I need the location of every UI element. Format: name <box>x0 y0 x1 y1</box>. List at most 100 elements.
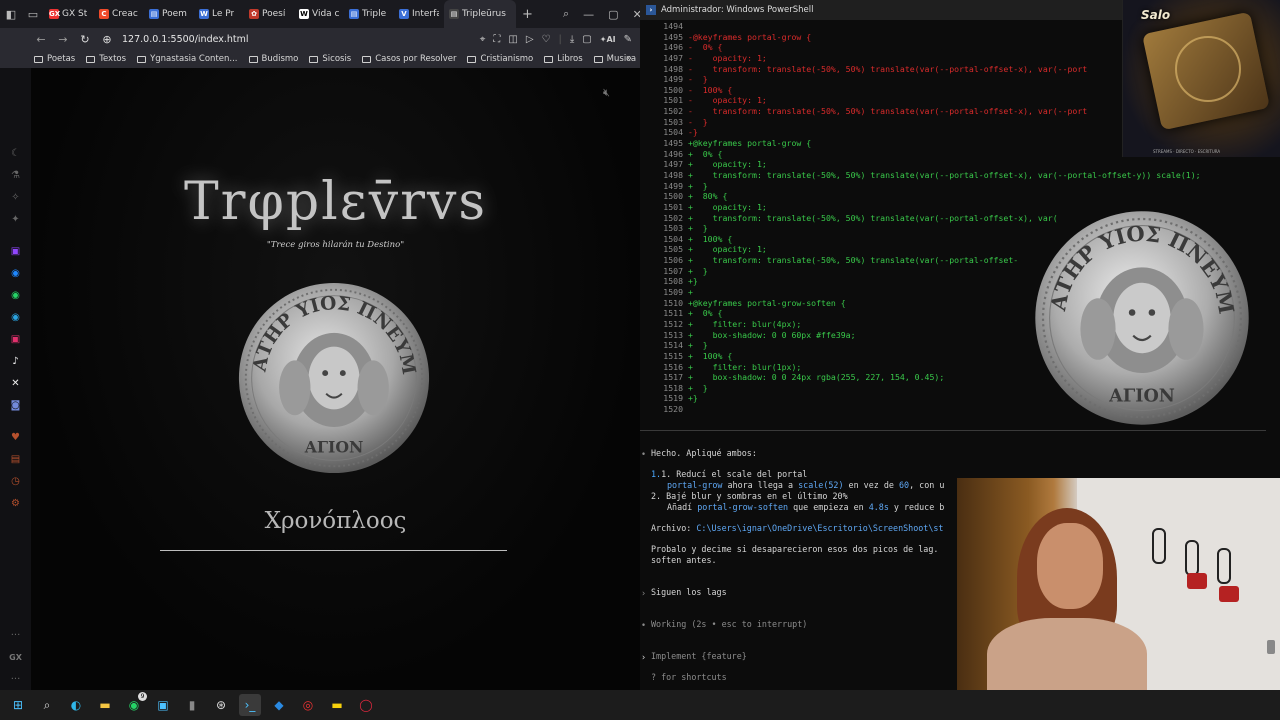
vscode-icon[interactable]: ◆ <box>268 694 290 716</box>
screenshot-icon[interactable]: ⛶ <box>493 34 500 45</box>
line-code: + box-shadow: 0 0 24px rgba(255, 227, 15… <box>687 372 945 383</box>
bookmark-folder[interactable]: Cristianismo <box>467 54 533 64</box>
coin-image[interactable]: ΠΑΤΗΡ ΥΙΟΣ ΠΝΕΥΜΑ ΑΓΙΟΝ <box>236 280 432 476</box>
heart-icon[interactable]: ♡ <box>542 34 551 45</box>
book-icon[interactable]: ▤ <box>0 448 31 470</box>
ai-button[interactable]: ✦AI <box>600 35 616 44</box>
line-code: + opacity: 1; <box>687 201 767 212</box>
pen-icon[interactable]: ✎ <box>624 34 632 45</box>
gx-logo: GX <box>9 652 22 662</box>
figure-icon[interactable]: ✦ <box>0 208 31 230</box>
moon-icon[interactable]: ☾ <box>0 142 31 164</box>
download-icon[interactable]: ⤓ <box>570 34 574 45</box>
bookmarks-bar: Poetas Textos Ygnastasia Conten... Budismo S… <box>0 50 640 68</box>
tab-favicon-icon: V <box>399 9 409 19</box>
bookmark-folder[interactable]: Textos <box>86 54 126 64</box>
pin-icon[interactable]: ⌖ <box>480 34 486 45</box>
back-icon[interactable]: ← <box>34 33 48 46</box>
folder-icon <box>248 55 258 63</box>
bookmark-folder[interactable]: Libros <box>544 54 583 64</box>
start-icon[interactable]: ⊞ <box>7 694 29 716</box>
line-code: +@keyframes portal-grow-soften { <box>687 297 846 308</box>
message-line: Añadí portal-grow-soften que empieza en … <box>667 502 944 512</box>
powershell-icon[interactable]: ›_ <box>239 694 261 716</box>
file-link[interactable]: C:\Users\ignar\OneDrive\Escritorio\Scree… <box>696 523 943 533</box>
browser-window: ◧ ▭ GX GX St C Creac ▤ Poem W Le Pr ✿ Poesí W Vida … <box>0 0 640 690</box>
opera-icon[interactable]: ◯ <box>355 694 377 716</box>
code-token: portal-grow <box>667 480 723 490</box>
chatgpt-icon[interactable]: ⊛ <box>210 694 232 716</box>
sidebar-toggle-icon[interactable]: ◧ <box>0 3 22 25</box>
tab[interactable]: ▤ Poem <box>144 0 194 28</box>
play-icon[interactable]: ▷ <box>526 34 534 45</box>
bookmarks-more-icon[interactable]: » <box>626 50 632 68</box>
terminal-scrollbar[interactable] <box>1267 640 1275 654</box>
user-message: Siguen los lags <box>651 587 727 597</box>
instagram-icon[interactable]: ▣ <box>0 328 31 350</box>
maximize-button[interactable]: ▢ <box>608 8 618 21</box>
tab[interactable]: ▤ Triple <box>344 0 394 28</box>
tab-label: GX St <box>62 9 88 19</box>
bookmark-folder[interactable]: Budismo <box>248 54 298 64</box>
messenger-icon[interactable]: ◉ <box>0 262 31 284</box>
x-icon[interactable]: ✕ <box>0 372 31 394</box>
notification-badge: 9 <box>138 692 147 701</box>
tab[interactable]: ▤ Tripleūrus <box>444 0 516 28</box>
diff-line: 1497 + opacity: 1; <box>640 159 1280 170</box>
app-icon[interactable]: ▮ <box>181 694 203 716</box>
compass-icon[interactable]: ✧ <box>0 186 31 208</box>
more-icon[interactable]: ··· <box>0 624 31 646</box>
prompt-chevron: › <box>641 652 647 662</box>
close-button[interactable]: ✕ <box>633 8 640 21</box>
tab[interactable]: W Le Pr <box>194 0 244 28</box>
tiktok-icon[interactable]: ♪ <box>0 350 31 372</box>
discord-icon[interactable]: ◙ <box>0 394 31 416</box>
sticky-notes-icon[interactable]: ▬ <box>326 694 348 716</box>
whatsapp-icon[interactable]: ◉ <box>0 284 31 306</box>
working-status: Working (2s • esc to interrupt) <box>651 619 808 629</box>
bookmark-folder[interactable]: Sicosis <box>309 54 351 64</box>
edge-icon[interactable]: ◐ <box>65 694 87 716</box>
opera-glyph: ◯ <box>359 698 373 712</box>
line-code: + } <box>687 340 708 351</box>
tab[interactable]: ✿ Poesí <box>244 0 294 28</box>
search-tabs-icon[interactable]: ⌕ <box>563 7 569 21</box>
folder-icon <box>137 55 147 63</box>
tab[interactable]: C Creac <box>94 0 144 28</box>
heart-icon[interactable]: ♥ <box>0 426 31 448</box>
flask-icon[interactable]: ⚗ <box>0 164 31 186</box>
site-info-icon[interactable]: ⊕ <box>100 33 114 46</box>
message-line: Probalo y decime si desaparecieron esos … <box>651 544 939 554</box>
tab[interactable]: W Vida c <box>294 0 344 28</box>
explorer-icon[interactable]: ▬ <box>94 694 116 716</box>
search-icon[interactable]: ⌕ <box>36 694 58 716</box>
forward-icon[interactable]: → <box>56 33 70 46</box>
opera-gx-icon[interactable]: ◎ <box>297 694 319 716</box>
wallet-icon[interactable]: ▢ <box>582 34 591 45</box>
settings-icon[interactable]: ⚙ <box>0 492 31 514</box>
twitch-icon[interactable]: ▣ <box>0 240 31 262</box>
prompt-input[interactable]: Implement {feature} <box>651 651 747 661</box>
store-icon[interactable]: ▣ <box>152 694 174 716</box>
tab[interactable]: V Interfa <box>394 0 444 28</box>
whatsapp-icon[interactable]: ◉ 9 <box>123 692 147 716</box>
line-code: +@keyframes portal-grow { <box>687 138 812 149</box>
tab-menu-icon[interactable]: ▭ <box>22 3 44 25</box>
url-field[interactable]: 127.0.0.1:5500/index.html <box>122 34 249 45</box>
camera-icon[interactable]: ◫ <box>508 34 517 45</box>
telegram-icon[interactable]: ◉ <box>0 306 31 328</box>
bookmark-folder[interactable]: Poetas <box>34 54 75 64</box>
history-icon[interactable]: ◷ <box>0 470 31 492</box>
tab[interactable]: GX GX St <box>44 0 94 28</box>
new-tab-button[interactable]: + <box>516 7 539 22</box>
sidebar-menu-icon[interactable]: ··· <box>0 668 31 690</box>
bookmark-folder[interactable]: Casos por Resolver <box>362 54 456 64</box>
line-code: + filter: blur(4px); <box>687 318 802 329</box>
bookmark-label: Cristianismo <box>480 54 534 64</box>
bookmark-folder[interactable]: Ygnastasia Conten... <box>137 54 238 64</box>
minimize-button[interactable]: — <box>583 8 594 21</box>
reload-icon[interactable]: ↻ <box>78 33 92 46</box>
tab-favicon-icon: ▤ <box>149 9 159 19</box>
sound-icon[interactable]: 🔇︎ <box>603 86 610 100</box>
